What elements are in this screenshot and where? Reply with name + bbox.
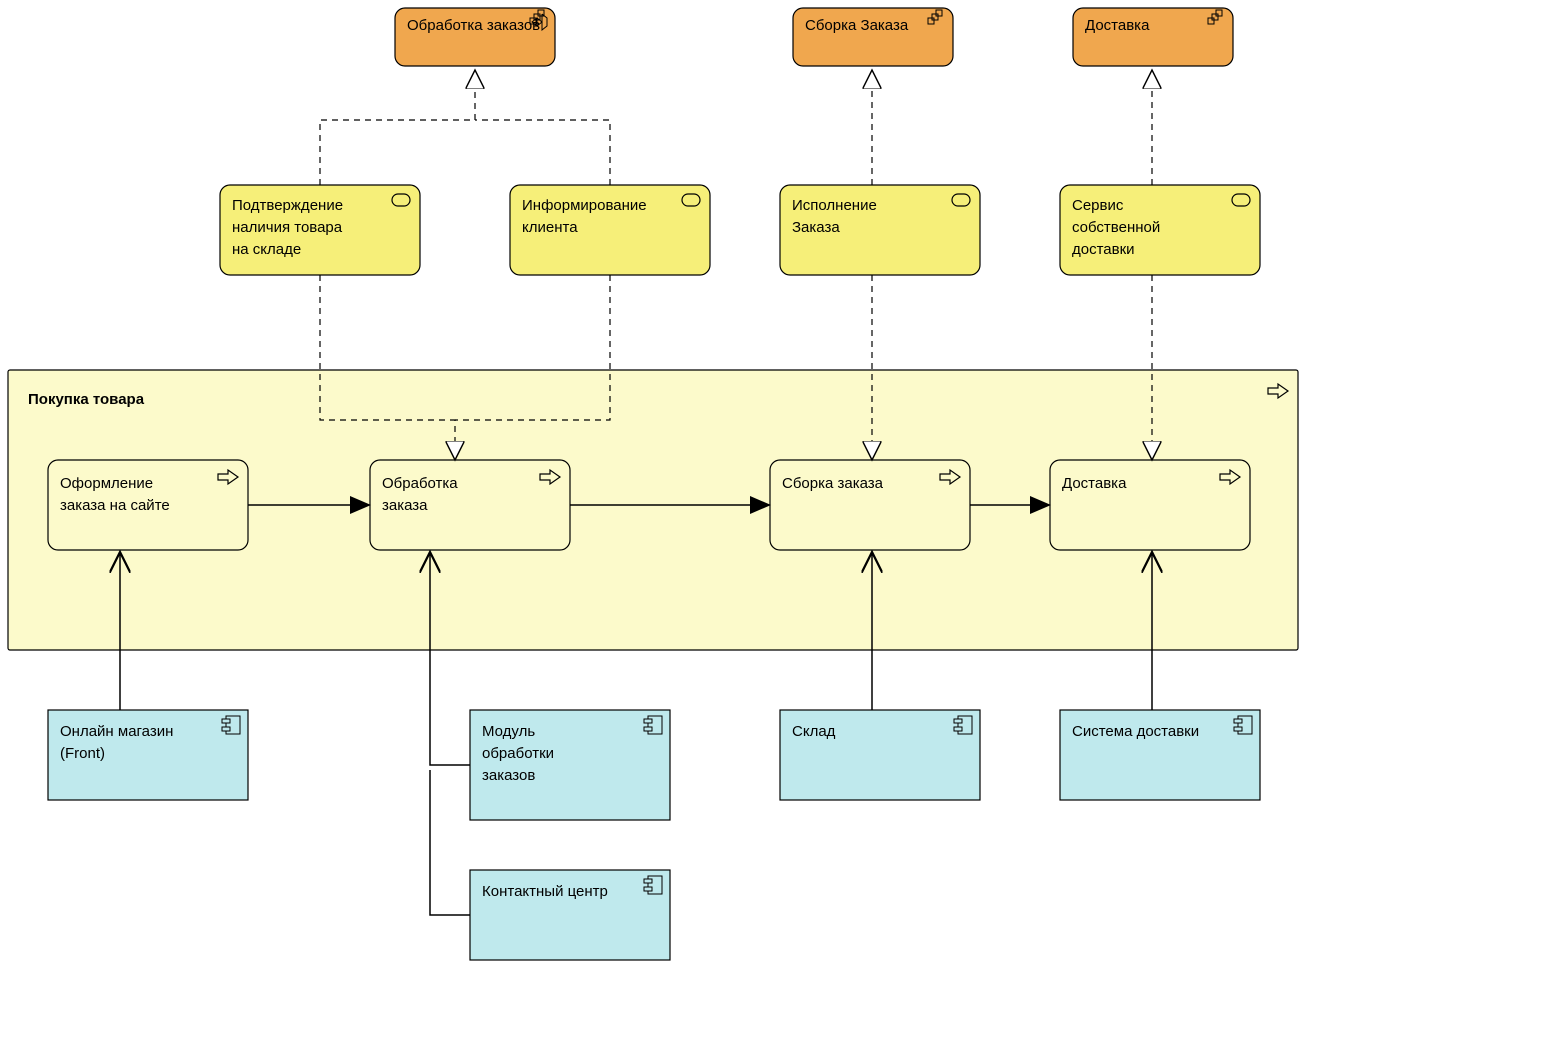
app-label: Контактный центр xyxy=(482,883,608,900)
app-label: Система доставки xyxy=(1072,723,1199,740)
step-label: Сборка заказа xyxy=(782,475,884,492)
service-label: Заказа xyxy=(792,219,840,236)
process-title: Покупка товара xyxy=(28,391,145,408)
realization-edge xyxy=(320,70,475,185)
service-label: Информирование xyxy=(522,197,647,214)
app-online-magazin[interactable]: Онлайн магазин (Front) xyxy=(48,710,248,800)
step-label: Обработка xyxy=(382,475,458,492)
app-sistema-dostavki[interactable]: Система доставки xyxy=(1060,710,1260,800)
service-servis-dostavki[interactable]: Сервис собственной доставки xyxy=(1060,185,1260,275)
app-label: обработки xyxy=(482,745,554,762)
service-label: доставки xyxy=(1072,241,1135,258)
service-label: клиента xyxy=(522,219,578,236)
app-modul-obrabotki[interactable]: Модуль обработки заказов xyxy=(470,710,670,820)
step-label: Оформление xyxy=(60,475,153,492)
app-sklad[interactable]: Склад xyxy=(780,710,980,800)
service-label: наличия товара xyxy=(232,219,343,236)
function-dostavka[interactable]: Доставка xyxy=(1073,8,1233,66)
app-label: Онлайн магазин xyxy=(60,723,173,740)
process-step-dostavka[interactable]: Доставка xyxy=(1050,460,1250,550)
function-label: Сборка Заказа xyxy=(805,17,909,34)
service-informirovanie[interactable]: Информирование клиента xyxy=(510,185,710,275)
archimate-diagram: Обработка заказов Сборка Заказа Доставка xyxy=(0,0,1541,1055)
service-podtverzhdenie[interactable]: Подтверждение наличия товара на складе xyxy=(220,185,420,275)
step-label: Доставка xyxy=(1062,475,1127,492)
app-label: (Front) xyxy=(60,745,105,762)
step-label: заказа на сайте xyxy=(60,497,170,514)
step-label: заказа xyxy=(382,497,428,514)
process-step-obrabotka[interactable]: Обработка заказа xyxy=(370,460,570,550)
process-step-sborka[interactable]: Сборка заказа xyxy=(770,460,970,550)
function-label: Обработка заказов xyxy=(407,17,540,34)
serving-edge xyxy=(430,770,470,915)
app-kontaktny-centr[interactable]: Контактный центр xyxy=(470,870,670,960)
function-sborka-zakaza[interactable]: Сборка Заказа xyxy=(793,8,953,66)
service-label: Подтверждение xyxy=(232,197,343,214)
process-step-oformlenie[interactable]: Оформление заказа на сайте xyxy=(48,460,248,550)
app-label: Склад xyxy=(792,723,836,740)
app-label: заказов xyxy=(482,767,535,784)
service-label: собственной xyxy=(1072,219,1160,236)
service-ispolnenie[interactable]: Исполнение Заказа xyxy=(780,185,980,275)
realization-edge xyxy=(475,120,610,185)
service-label: Исполнение xyxy=(792,197,877,214)
function-label: Доставка xyxy=(1085,17,1150,34)
service-label: Сервис xyxy=(1072,197,1124,214)
service-label: на складе xyxy=(232,241,301,258)
function-obrabotka-zakazov[interactable]: Обработка заказов xyxy=(395,8,555,66)
app-label: Модуль xyxy=(482,723,535,740)
